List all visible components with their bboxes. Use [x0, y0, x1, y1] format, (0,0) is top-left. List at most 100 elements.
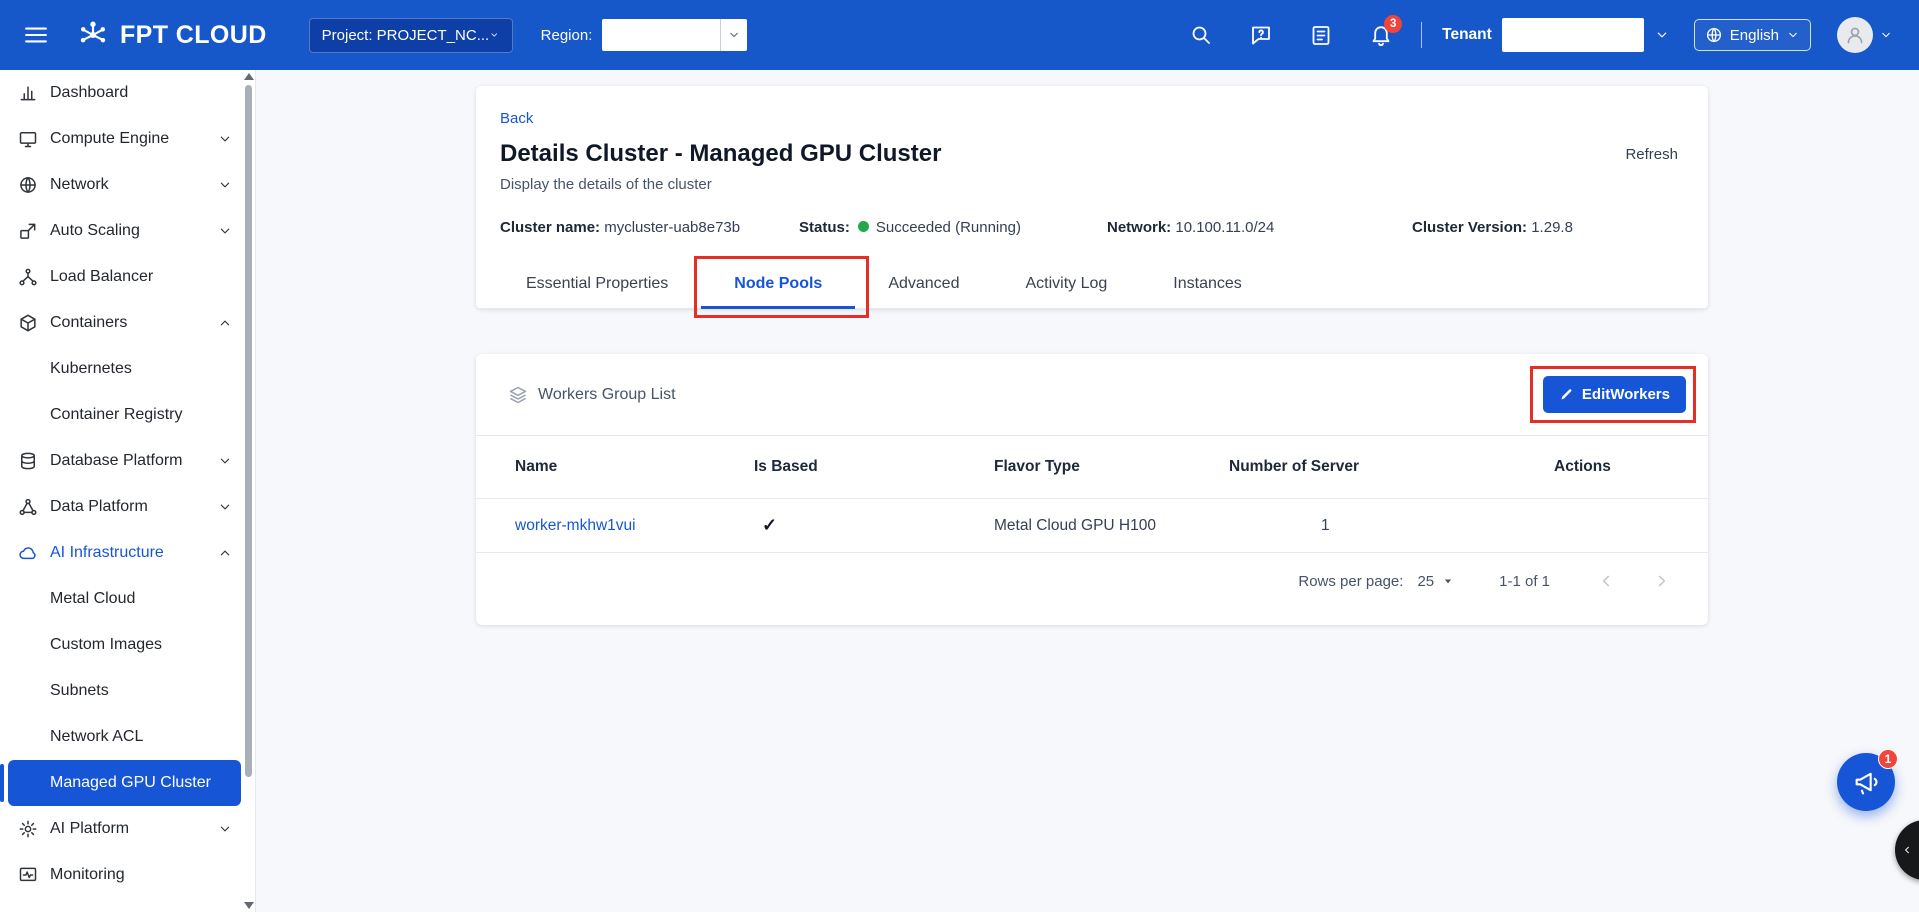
sidebar-item-ai-platform[interactable]: AI Platform: [0, 806, 255, 852]
sidebar-item-label: Auto Scaling: [50, 222, 140, 240]
documentation-icon[interactable]: [1309, 23, 1333, 47]
chevron-up-icon: [217, 545, 233, 561]
sidebar-item-label: Containers: [50, 314, 127, 332]
cluster-name-info: Cluster name: mycluster-uab8e73b: [500, 219, 799, 236]
is-based-checkmark-icon: ✓: [754, 515, 994, 536]
sidebar: Dashboard Compute Engine Network Auto Sc…: [0, 70, 255, 912]
sidebar-item-subnets[interactable]: Subnets: [0, 668, 255, 714]
notifications-button[interactable]: 3: [1369, 23, 1393, 47]
page-title: Details Cluster - Managed GPU Cluster: [500, 140, 941, 168]
scroll-down-arrow-icon[interactable]: [244, 902, 254, 909]
next-page-icon[interactable]: [1652, 571, 1672, 591]
user-menu[interactable]: [1837, 17, 1893, 53]
chevron-down-icon: [489, 27, 499, 43]
announcements-button[interactable]: 1: [1837, 753, 1895, 811]
chevron-down-icon[interactable]: [1654, 27, 1670, 43]
tenant-label: Tenant: [1442, 26, 1492, 44]
edit-workers-button[interactable]: EditWorkers: [1543, 376, 1686, 413]
project-selector[interactable]: Project: PROJECT_NC...: [309, 18, 513, 53]
sidebar-item-data-platform[interactable]: Data Platform: [0, 484, 255, 530]
person-icon: [1844, 24, 1866, 46]
chevron-down-icon: [217, 131, 233, 147]
sidebar-item-network[interactable]: Network: [0, 162, 255, 208]
sidebar-item-network-acl[interactable]: Network ACL: [0, 714, 255, 760]
ai-infrastructure-icon: [18, 543, 38, 563]
column-header-flavor-type: Flavor Type: [994, 458, 1229, 476]
tenant-input[interactable]: [1502, 18, 1644, 52]
sidebar-item-label: Monitoring: [50, 866, 125, 884]
sidebar-item-containers[interactable]: Containers: [0, 300, 255, 346]
support-chat-icon[interactable]: [1249, 23, 1273, 47]
sidebar-scrollbar[interactable]: [243, 70, 254, 912]
sidebar-item-monitoring[interactable]: Monitoring: [0, 852, 255, 898]
topbar-icons: 3: [1189, 23, 1393, 47]
network-value: 10.100.11.0/24: [1175, 219, 1274, 236]
ai-platform-icon: [18, 819, 38, 839]
search-icon[interactable]: [1189, 23, 1213, 47]
sidebar-item-label: Managed GPU Cluster: [50, 774, 211, 792]
tab-activity-log[interactable]: Activity Log: [992, 262, 1140, 308]
sidebar-item-label: Metal Cloud: [50, 590, 135, 608]
back-link[interactable]: Back: [500, 110, 533, 127]
rows-per-page-label: Rows per page:: [1298, 573, 1403, 590]
chevron-down-icon: [217, 499, 233, 515]
flavor-type-value: Metal Cloud GPU H100: [994, 517, 1229, 535]
sidebar-item-compute-engine[interactable]: Compute Engine: [0, 116, 255, 162]
megaphone-icon: [1852, 768, 1880, 796]
tab-advanced[interactable]: Advanced: [855, 262, 992, 308]
cluster-tabs: Essential Properties Node Pools Advanced…: [476, 262, 1708, 309]
sidebar-item-label: Network: [50, 176, 109, 194]
pagination-range: 1-1 of 1: [1499, 573, 1550, 590]
column-header-number-of-server: Number of Server: [1229, 458, 1554, 476]
brand-name: FPT CLOUD: [120, 21, 267, 50]
previous-page-icon[interactable]: [1596, 571, 1616, 591]
sidebar-item-managed-gpu-cluster[interactable]: Managed GPU Cluster: [8, 760, 241, 806]
region-dropdown-button[interactable]: [720, 19, 747, 51]
region-input[interactable]: [602, 19, 720, 51]
status-value: Succeeded (Running): [876, 219, 1021, 236]
tenant-selector: Tenant: [1442, 18, 1670, 52]
sidebar-item-auto-scaling[interactable]: Auto Scaling: [0, 208, 255, 254]
sidebar-item-label: Data Platform: [50, 498, 148, 516]
sidebar-item-label: AI Infrastructure: [50, 544, 164, 562]
edit-workers-label: EditWorkers: [1582, 386, 1670, 403]
refresh-button[interactable]: Refresh: [1625, 146, 1678, 163]
sidebar-item-load-balancer[interactable]: Load Balancer: [0, 254, 255, 300]
tab-essential-properties[interactable]: Essential Properties: [493, 262, 701, 308]
workers-group-card: Workers Group List EditWorkers Name Is B…: [476, 354, 1708, 625]
chevron-down-icon: [1879, 28, 1893, 42]
tab-instances[interactable]: Instances: [1140, 262, 1274, 308]
page-subtitle: Display the details of the cluster: [500, 176, 1678, 193]
brand-logo[interactable]: FPT CLOUD: [76, 18, 267, 52]
version-value: 1.29.8: [1531, 219, 1573, 236]
region-label: Region:: [541, 27, 593, 44]
sidebar-item-kubernetes[interactable]: Kubernetes: [0, 346, 255, 392]
tab-node-pools[interactable]: Node Pools: [701, 262, 855, 308]
auto-scaling-icon: [18, 221, 38, 241]
topbar: FPT CLOUD Project: PROJECT_NC... Region:…: [0, 0, 1919, 70]
sidebar-item-database-platform[interactable]: Database Platform: [0, 438, 255, 484]
rows-per-page-select[interactable]: 25: [1417, 573, 1455, 590]
sidebar-item-label: Kubernetes: [50, 360, 132, 378]
sidebar-item-label: Load Balancer: [50, 268, 153, 286]
language-label: English: [1730, 27, 1779, 44]
containers-icon: [18, 313, 38, 333]
scrollbar-thumb[interactable]: [245, 85, 252, 777]
scroll-up-arrow-icon[interactable]: [244, 73, 254, 80]
cluster-status-info: Status: Succeeded (Running): [799, 219, 1107, 236]
status-label: Status:: [799, 219, 850, 236]
sidebar-item-container-registry[interactable]: Container Registry: [0, 392, 255, 438]
sidebar-item-metal-cloud[interactable]: Metal Cloud: [0, 576, 255, 622]
sidebar-item-dashboard[interactable]: Dashboard: [0, 70, 255, 116]
sidebar-item-label: Network ACL: [50, 728, 143, 746]
workers-group-title: Workers Group List: [538, 386, 676, 404]
cluster-version-info: Cluster Version: 1.29.8: [1412, 219, 1678, 236]
worker-name-link[interactable]: worker-mkhw1vui: [515, 517, 636, 534]
sidebar-item-ai-infrastructure[interactable]: AI Infrastructure: [0, 530, 255, 576]
sidebar-item-label: Compute Engine: [50, 130, 169, 148]
chevron-down-icon: [727, 28, 741, 42]
monitoring-icon: [18, 865, 38, 885]
hamburger-menu-icon[interactable]: [22, 21, 50, 49]
sidebar-item-custom-images[interactable]: Custom Images: [0, 622, 255, 668]
language-selector[interactable]: English: [1694, 19, 1811, 51]
